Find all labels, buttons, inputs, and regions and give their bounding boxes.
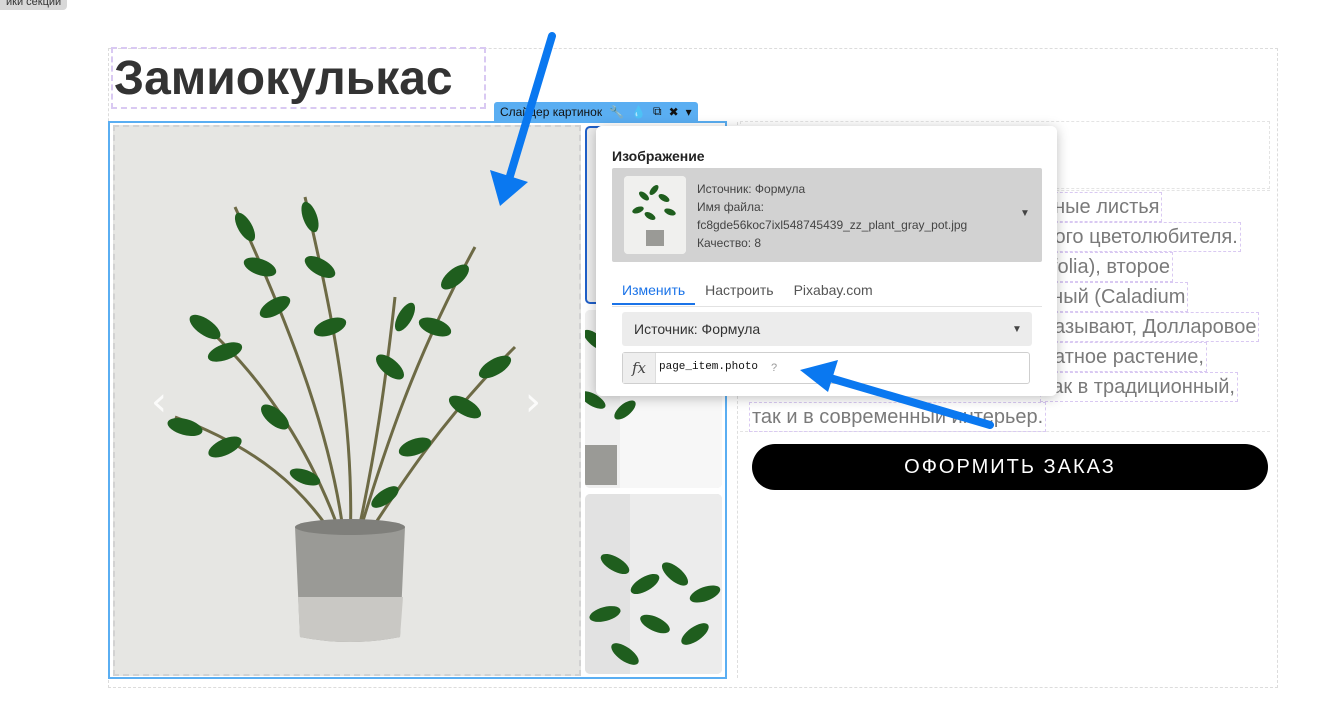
annotation-arrow-down [490, 32, 556, 206]
annotation-arrows [490, 32, 994, 429]
annotation-arrow-left [800, 360, 994, 429]
